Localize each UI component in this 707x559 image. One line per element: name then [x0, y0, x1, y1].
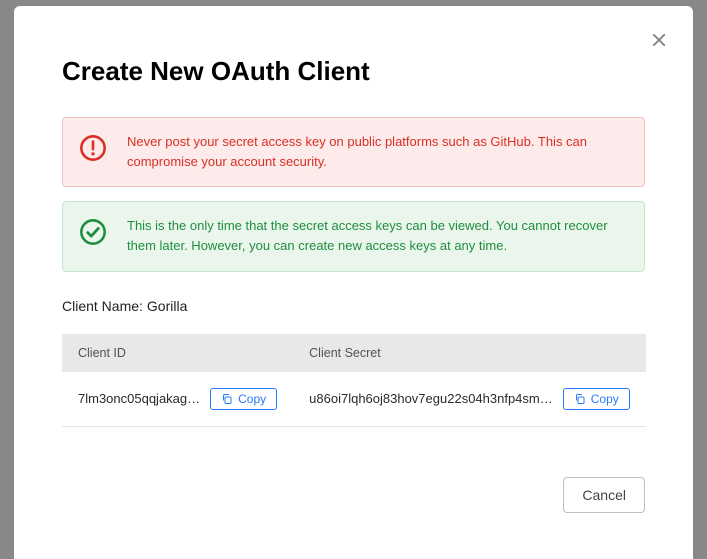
alert-success-text: This is the only time that the secret ac…	[127, 216, 628, 256]
close-icon	[650, 31, 668, 49]
table-row: 7lm3onc05qqjakag… Copy u86oi7lqh6oj83hov…	[62, 372, 646, 427]
copy-icon	[221, 393, 233, 405]
table-header-row: Client ID Client Secret	[62, 334, 646, 372]
copy-client-secret-button[interactable]: Copy	[563, 388, 630, 410]
column-header-client-id: Client ID	[62, 334, 293, 372]
exclamation-circle-icon	[79, 134, 107, 162]
client-id-value: 7lm3onc05qqjakag…	[78, 391, 200, 406]
client-name-label: Client Name:	[62, 298, 143, 314]
client-name-row: Client Name: Gorilla	[62, 298, 645, 314]
close-button[interactable]	[649, 30, 669, 50]
client-secret-value: u86oi7lqh6oj83hov7egu22s04h3nfp4sm…	[309, 391, 553, 406]
alert-warning-text: Never post your secret access key on pub…	[127, 132, 628, 172]
credentials-table: Client ID Client Secret 7lm3onc05qqjakag…	[62, 334, 646, 427]
cancel-button[interactable]: Cancel	[563, 477, 645, 513]
alert-success: This is the only time that the secret ac…	[62, 201, 645, 271]
copy-label: Copy	[591, 392, 619, 406]
copy-client-id-button[interactable]: Copy	[210, 388, 277, 410]
alert-warning: Never post your secret access key on pub…	[62, 117, 645, 187]
client-name-value: Gorilla	[147, 298, 187, 314]
checkmark-circle-icon	[79, 218, 107, 246]
oauth-client-modal: Create New OAuth Client Never post your …	[14, 6, 693, 559]
column-header-client-secret: Client Secret	[293, 334, 646, 372]
copy-icon	[574, 393, 586, 405]
modal-footer: Cancel	[62, 477, 645, 513]
modal-title: Create New OAuth Client	[62, 56, 645, 87]
copy-label: Copy	[238, 392, 266, 406]
